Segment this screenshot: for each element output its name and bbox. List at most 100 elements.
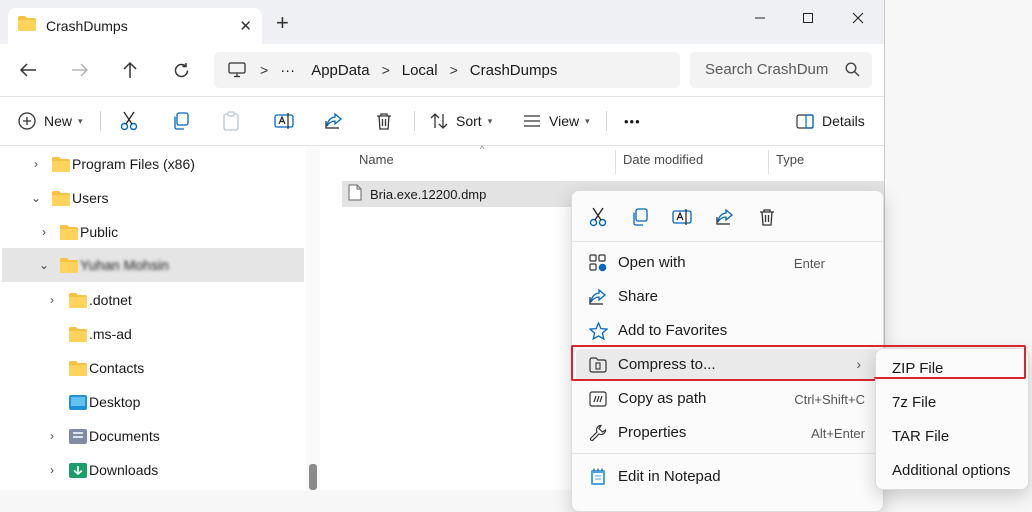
copy-button[interactable] [172,109,190,133]
menu-divider [572,453,883,454]
toolbar-divider [414,111,415,131]
chevron-right-icon[interactable]: › [46,429,58,443]
back-button[interactable] [14,57,42,83]
breadcrumb-local[interactable]: Local [402,62,438,79]
chevron-down-icon[interactable]: ⌄ [38,258,50,272]
up-button[interactable] [116,57,144,83]
nav-item-contacts[interactable]: Contacts [2,352,304,384]
refresh-icon [174,62,188,77]
delete-icon [760,209,774,226]
submenu-item-label: 7z File [892,394,937,411]
breadcrumb-chevron-icon: > [260,62,269,78]
nav-item-ms-ad[interactable]: .ms-ad [2,318,304,350]
menu-item-copy-as-path[interactable]: Copy as path Ctrl+Shift+C [576,383,879,415]
sort-ascending-icon: ^ [480,144,485,154]
paste-button[interactable] [222,109,240,133]
menu-item-share[interactable]: Share [576,281,879,313]
compress-submenu: ZIP File 7z File TAR File Additional opt… [875,348,1029,490]
nav-item-dotnet[interactable]: › .dotnet [2,284,304,316]
nav-item-desktop[interactable]: Desktop [2,386,304,418]
file-icon [348,184,362,204]
menu-item-label: Edit in Notepad [618,468,721,485]
more-icon: ••• [624,113,641,129]
nav-item-label: Documents [89,428,160,444]
folder-icon [69,327,87,345]
nav-item-user-profile[interactable]: ⌄ Yuhan Mohsin [2,248,304,282]
submenu-item-7z-file[interactable]: 7z File [880,387,1024,417]
chevron-down-icon[interactable]: ⌄ [30,191,42,205]
menu-item-open-with[interactable]: Open with Enter [576,247,879,279]
maximize-button[interactable] [788,4,828,32]
context-rename-button[interactable] [670,205,694,229]
desktop-folder-icon [69,395,87,413]
column-header-name[interactable]: Name [359,152,394,167]
nav-item-documents[interactable]: › Documents [2,420,304,452]
sort-button[interactable]: Sort ▾ [430,109,492,133]
submenu-item-zip-file[interactable]: ZIP File [880,353,1024,383]
share-button[interactable] [325,109,343,133]
column-header-date-modified[interactable]: Date modified [623,152,703,167]
submenu-item-label: TAR File [892,428,950,445]
context-copy-button[interactable] [628,205,652,229]
nav-item-public[interactable]: › Public [2,216,304,248]
nav-item-label: .dotnet [89,292,132,308]
column-divider[interactable] [615,150,616,174]
more-options-button[interactable]: ••• [624,109,641,133]
new-label: New [44,113,73,129]
chevron-right-icon[interactable]: › [46,293,58,307]
nav-item-label: Yuhan Mohsin [80,257,169,273]
address-bar[interactable]: > ··· AppData > Local > CrashDumps [214,52,680,88]
computer-icon[interactable] [228,62,246,78]
navigation-bar: > ··· AppData > Local > CrashDumps Searc… [0,44,884,97]
nav-item-users[interactable]: ⌄ Users [2,182,304,214]
chevron-down-icon: ▾ [585,115,590,126]
delete-button[interactable] [376,109,392,133]
breadcrumb-crashdumps[interactable]: CrashDumps [470,62,558,79]
scrollbar-thumb[interactable] [309,464,317,490]
column-divider[interactable] [768,150,769,174]
new-tab-button[interactable]: + [276,10,289,36]
breadcrumb-ellipsis[interactable]: ··· [280,62,295,79]
chevron-right-icon: › [856,356,861,372]
copy-icon [174,112,189,130]
sort-label: Sort [456,113,482,129]
menu-item-compress-to[interactable]: Compress to... › [576,349,879,381]
tab-crashdumps[interactable]: CrashDumps ✕ [8,8,262,44]
context-menu: Open with Enter Share Add to Favorites C… [571,190,884,512]
breadcrumb-appdata[interactable]: AppData [311,62,369,79]
menu-item-edit-in-notepad[interactable]: Edit in Notepad [576,461,879,493]
chevron-right-icon[interactable]: › [46,463,58,477]
submenu-item-label: ZIP File [892,360,944,377]
chevron-right-icon[interactable]: › [38,225,50,239]
details-label: Details [822,113,865,129]
minimize-button[interactable] [740,4,780,32]
context-share-button[interactable] [713,205,737,229]
nav-item-program-files-x86[interactable]: › Program Files (x86) [2,148,304,180]
title-bar: CrashDumps ✕ + [0,0,884,44]
delete-icon [377,113,391,130]
new-button[interactable]: New ▾ [18,109,83,133]
scrollbar-track[interactable] [306,146,320,490]
menu-item-properties[interactable]: Properties Alt+Enter [576,417,879,449]
properties-icon [588,423,608,443]
submenu-item-additional-options[interactable]: Additional options [880,455,1024,485]
menu-item-add-to-favorites[interactable]: Add to Favorites [576,315,879,347]
forward-button[interactable] [66,57,94,83]
search-input[interactable]: Search CrashDumps [690,52,872,88]
tab-close-icon[interactable]: ✕ [239,17,252,35]
submenu-item-tar-file[interactable]: TAR File [880,421,1024,451]
star-icon [588,321,608,341]
details-button[interactable]: Details [796,109,865,133]
view-button[interactable]: View ▾ [523,109,590,133]
rename-button[interactable] [274,109,294,133]
column-header-type[interactable]: Type [776,152,804,167]
context-cut-button[interactable] [586,205,610,229]
chevron-right-icon[interactable]: › [30,157,42,171]
file-name: Bria.exe.12200.dmp [370,186,487,202]
refresh-button[interactable] [167,57,195,83]
cut-button[interactable] [120,109,138,133]
close-window-button[interactable] [838,4,878,32]
context-delete-button[interactable] [755,205,779,229]
nav-item-downloads[interactable]: › Downloads [2,454,304,486]
notepad-icon [588,467,608,487]
